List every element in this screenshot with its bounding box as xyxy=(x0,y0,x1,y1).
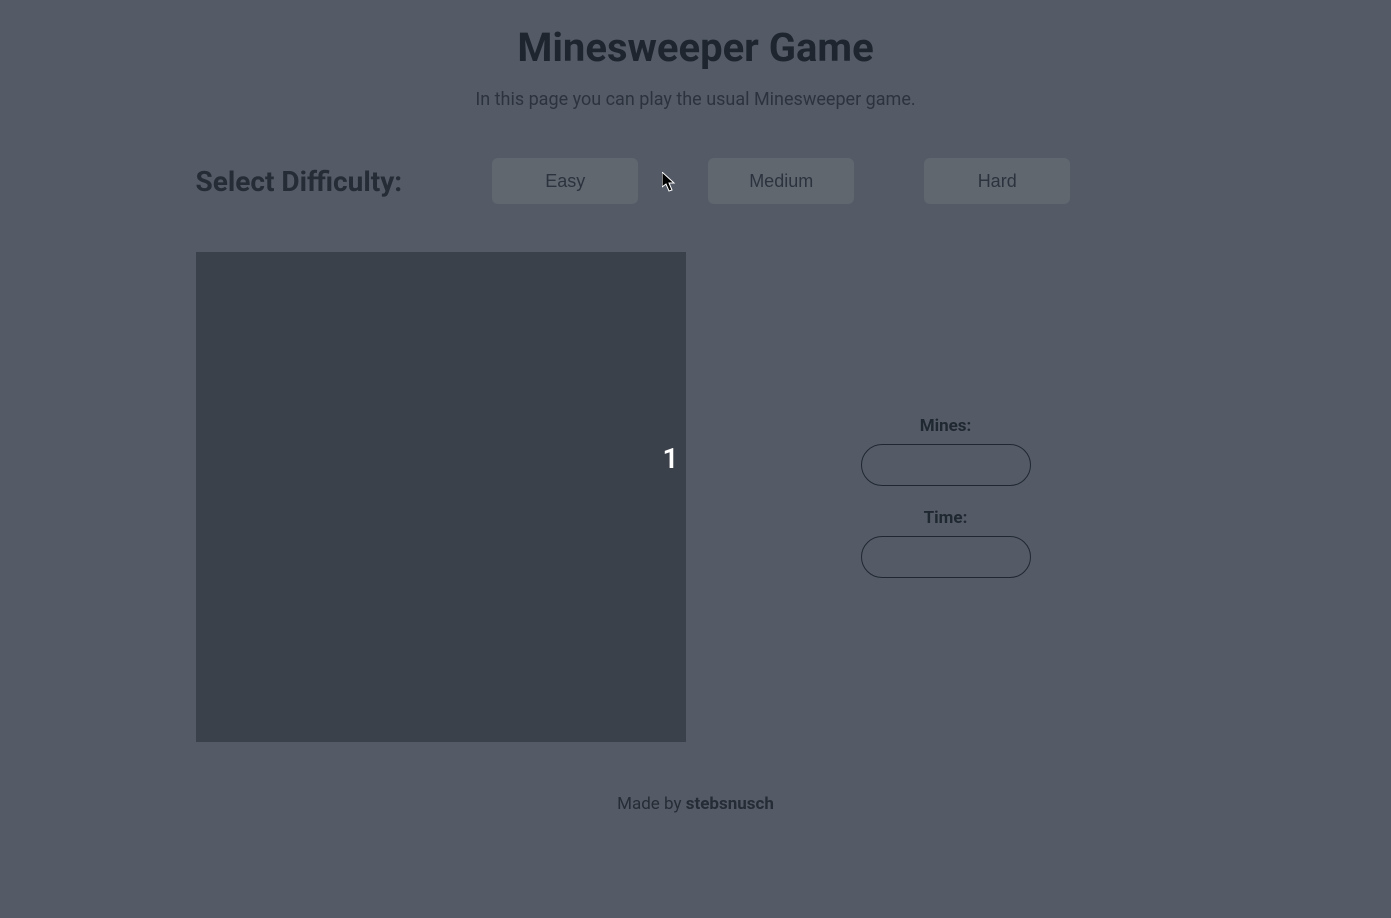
difficulty-label: Select Difficulty: xyxy=(196,165,403,198)
mines-label: Mines: xyxy=(920,416,972,436)
time-value-pill xyxy=(861,536,1031,578)
difficulty-hard-button[interactable]: Hard xyxy=(924,158,1070,204)
board-cell-number: 1 xyxy=(656,442,686,475)
game-row: 1 Mines: Time: xyxy=(196,252,1196,742)
time-stat: Time: xyxy=(856,508,1036,578)
page-title: Minesweeper Game xyxy=(196,24,1196,71)
difficulty-buttons: Easy Medium Hard xyxy=(492,158,1070,204)
difficulty-easy-button[interactable]: Easy xyxy=(492,158,638,204)
footer: Made by stebsnusch xyxy=(196,794,1196,814)
difficulty-medium-button[interactable]: Medium xyxy=(708,158,854,204)
footer-author: stebsnusch xyxy=(686,794,774,814)
game-board[interactable]: 1 xyxy=(196,252,686,742)
page-subtitle: In this page you can play the usual Mine… xyxy=(196,89,1196,110)
time-label: Time: xyxy=(924,508,968,528)
mines-stat: Mines: xyxy=(856,416,1036,486)
mines-value-pill xyxy=(861,444,1031,486)
difficulty-row: Select Difficulty: Easy Medium Hard xyxy=(196,158,1196,204)
stats-panel: Mines: Time: xyxy=(856,416,1036,578)
footer-prefix: Made by xyxy=(617,794,686,814)
